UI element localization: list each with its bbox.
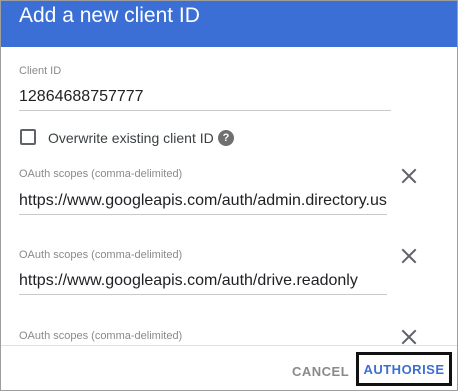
dialog-header: Add a new client ID bbox=[1, 1, 457, 47]
overwrite-label: Overwrite existing client ID bbox=[48, 130, 214, 146]
scope-input-1[interactable]: https://www.googleapis.com/auth/admin.di… bbox=[19, 192, 387, 210]
dialog-footer: CANCEL AUTHORISE bbox=[1, 345, 457, 390]
scope-input-2[interactable]: https://www.googleapis.com/auth/drive.re… bbox=[19, 272, 387, 290]
scope-underline-2 bbox=[19, 294, 387, 295]
scope-label-2: OAuth scopes (comma-delimited) bbox=[19, 249, 183, 261]
remove-scope-1-close-icon[interactable] bbox=[400, 167, 418, 185]
authorise-button[interactable]: AUTHORISE bbox=[356, 352, 452, 386]
help-icon[interactable]: ? bbox=[218, 130, 234, 146]
scope-label-3: OAuth scopes (comma-delimited) bbox=[19, 330, 183, 342]
dialog-body: Client ID 12864688757777 Overwrite exist… bbox=[1, 47, 457, 345]
scope-underline-1 bbox=[19, 214, 387, 215]
client-id-input[interactable]: 12864688757777 bbox=[19, 88, 391, 106]
overwrite-checkbox[interactable] bbox=[20, 129, 36, 145]
remove-scope-3-close-icon[interactable] bbox=[400, 328, 418, 345]
client-id-label: Client ID bbox=[19, 65, 62, 77]
cancel-button[interactable]: CANCEL bbox=[292, 364, 349, 379]
scope-label-1: OAuth scopes (comma-delimited) bbox=[19, 168, 183, 180]
client-id-underline bbox=[19, 110, 391, 111]
dialog-title: Add a new client ID bbox=[19, 4, 200, 27]
add-client-id-dialog: Add a new client ID Client ID 1286468875… bbox=[0, 0, 458, 391]
remove-scope-2-close-icon[interactable] bbox=[400, 247, 418, 265]
